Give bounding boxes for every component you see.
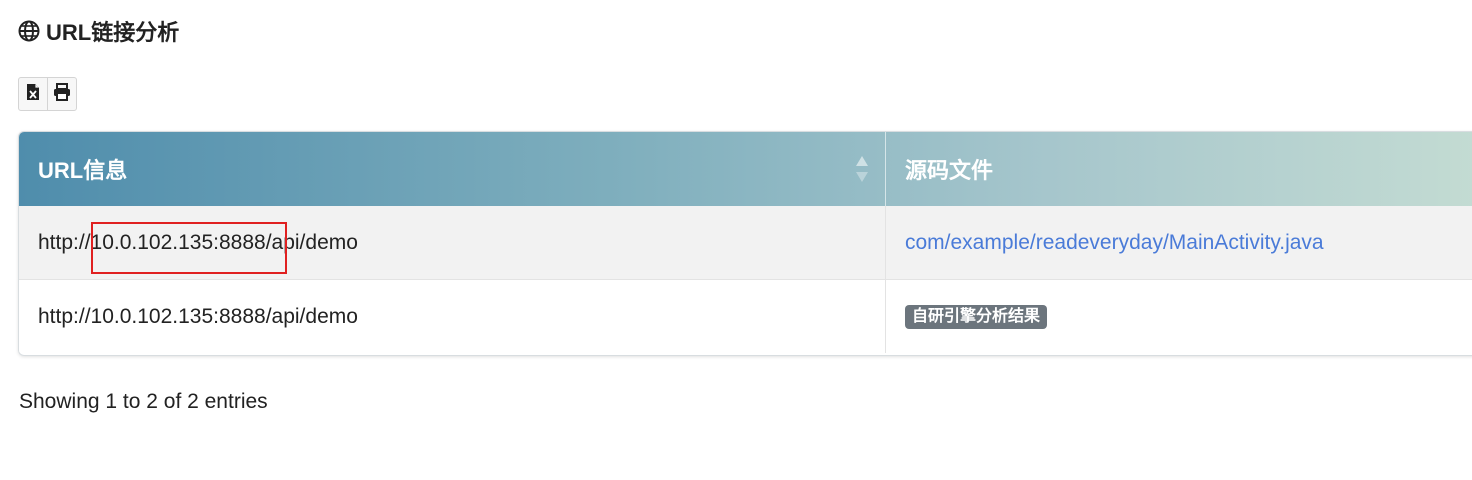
url-table: URL信息 源码文件 http://10.0.102.135:8888/api/… <box>18 131 1472 356</box>
source-file-link[interactable]: com/example/readeveryday/MainActivity.ja… <box>905 231 1324 255</box>
url-text: http://10.0.102.135:8888/api/demo <box>38 304 358 328</box>
table-header: URL信息 源码文件 <box>19 132 1472 206</box>
url-text: http://10.0.102.135:8888/api/demo <box>38 230 358 254</box>
engine-result-badge: 自研引擎分析结果 <box>905 304 1048 329</box>
table-info: Showing 1 to 2 of 2 entries <box>19 390 268 413</box>
url-cell: http://10.0.102.135:8888/api/demo <box>19 280 886 353</box>
table-body: http://10.0.102.135:8888/api/demo com/ex… <box>19 206 1472 353</box>
globe-icon <box>18 20 40 42</box>
column-header-label: URL信息 <box>38 158 128 183</box>
print-icon <box>53 82 71 106</box>
page: URL链接分析 URL信息 源码文件 http://10.0.102.135:8… <box>0 0 1472 480</box>
export-excel-button[interactable] <box>19 78 48 110</box>
table-row: http://10.0.102.135:8888/api/demo com/ex… <box>19 206 1472 280</box>
file-excel-icon <box>26 83 40 106</box>
column-header-url[interactable]: URL信息 <box>19 132 886 206</box>
column-header-source[interactable]: 源码文件 <box>886 132 1472 206</box>
column-header-label: 源码文件 <box>905 158 994 183</box>
source-cell: 自研引擎分析结果 <box>886 280 1472 353</box>
sort-icon[interactable] <box>855 154 869 184</box>
url-cell: http://10.0.102.135:8888/api/demo <box>19 206 886 279</box>
export-toolbar <box>18 77 77 111</box>
table-row: http://10.0.102.135:8888/api/demo 自研引擎分析… <box>19 280 1472 353</box>
print-button[interactable] <box>48 78 76 110</box>
section-header: URL链接分析 <box>18 16 179 46</box>
source-cell: com/example/readeveryday/MainActivity.ja… <box>886 206 1472 279</box>
section-title: URL链接分析 <box>46 20 180 45</box>
